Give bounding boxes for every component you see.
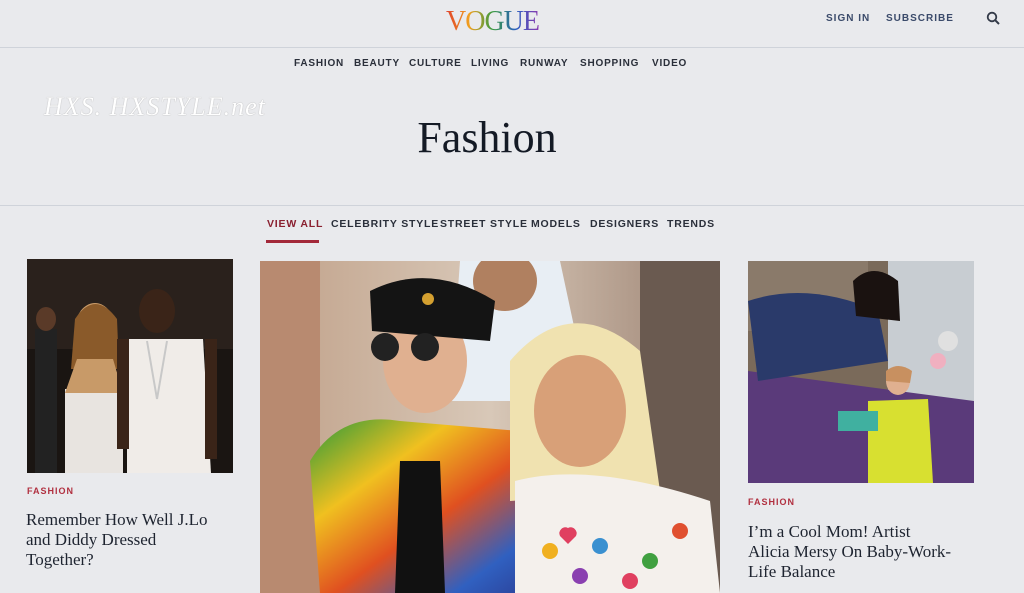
tab-designers[interactable]: DESIGNERS [590, 218, 659, 230]
card-image-featured[interactable] [260, 261, 720, 593]
card-3-kicker[interactable]: FASHION [748, 497, 795, 507]
sign-in-link[interactable]: SIGN IN [826, 13, 870, 24]
tab-celebrity-style[interactable]: CELEBRITY STYLE [331, 218, 439, 230]
card-3-headline-line-1: I’m a Cool Mom! Artist [748, 522, 911, 541]
active-tab-indicator [266, 240, 319, 243]
nav-fashion[interactable]: FASHION [294, 58, 344, 69]
tab-models[interactable]: MODELS [531, 218, 581, 230]
card-1-headline-line-1: Remember How Well J.Lo [26, 510, 208, 529]
card-3-headline[interactable]: I’m a Cool Mom! Artist Alicia Mersy On B… [748, 522, 951, 582]
card-3-headline-line-3: Life Balance [748, 562, 836, 581]
nav-shopping[interactable]: SHOPPING [580, 58, 639, 69]
main-nav: FASHION BEAUTY CULTURE LIVING RUNWAY SHO… [0, 58, 1024, 78]
tab-trends[interactable]: TRENDS [667, 218, 715, 230]
card-1-kicker[interactable]: FASHION [27, 486, 74, 496]
search-icon[interactable] [986, 11, 1000, 25]
card-1-headline-line-2: and Diddy Dressed [26, 530, 157, 549]
tab-view-all[interactable]: VIEW ALL [267, 218, 323, 230]
subscribe-link[interactable]: SUBSCRIBE [886, 13, 954, 24]
vogue-logo[interactable]: VOGUE [446, 6, 540, 38]
nav-beauty[interactable]: BEAUTY [354, 58, 400, 69]
card-image-cool-mom[interactable] [748, 261, 974, 483]
title-divider [0, 205, 1024, 206]
nav-living[interactable]: LIVING [471, 58, 509, 69]
top-bar: VOGUE SIGN IN SUBSCRIBE [0, 0, 1024, 46]
header-divider [0, 47, 1024, 48]
nav-video[interactable]: VIDEO [652, 58, 687, 69]
page-title: Fashion [417, 113, 557, 162]
sub-nav: VIEW ALL CELEBRITY STYLE STREET STYLE MO… [0, 218, 1024, 248]
nav-runway[interactable]: RUNWAY [520, 58, 568, 69]
nav-culture[interactable]: CULTURE [409, 58, 462, 69]
card-image-jlo-diddy[interactable] [27, 259, 233, 473]
card-1-headline-line-3: Together? [26, 550, 94, 569]
tab-street-style[interactable]: STREET STYLE [440, 218, 528, 230]
card-1-headline[interactable]: Remember How Well J.Lo and Diddy Dressed… [26, 510, 208, 570]
card-3-headline-line-2: Alicia Mersy On Baby-Work- [748, 542, 952, 561]
